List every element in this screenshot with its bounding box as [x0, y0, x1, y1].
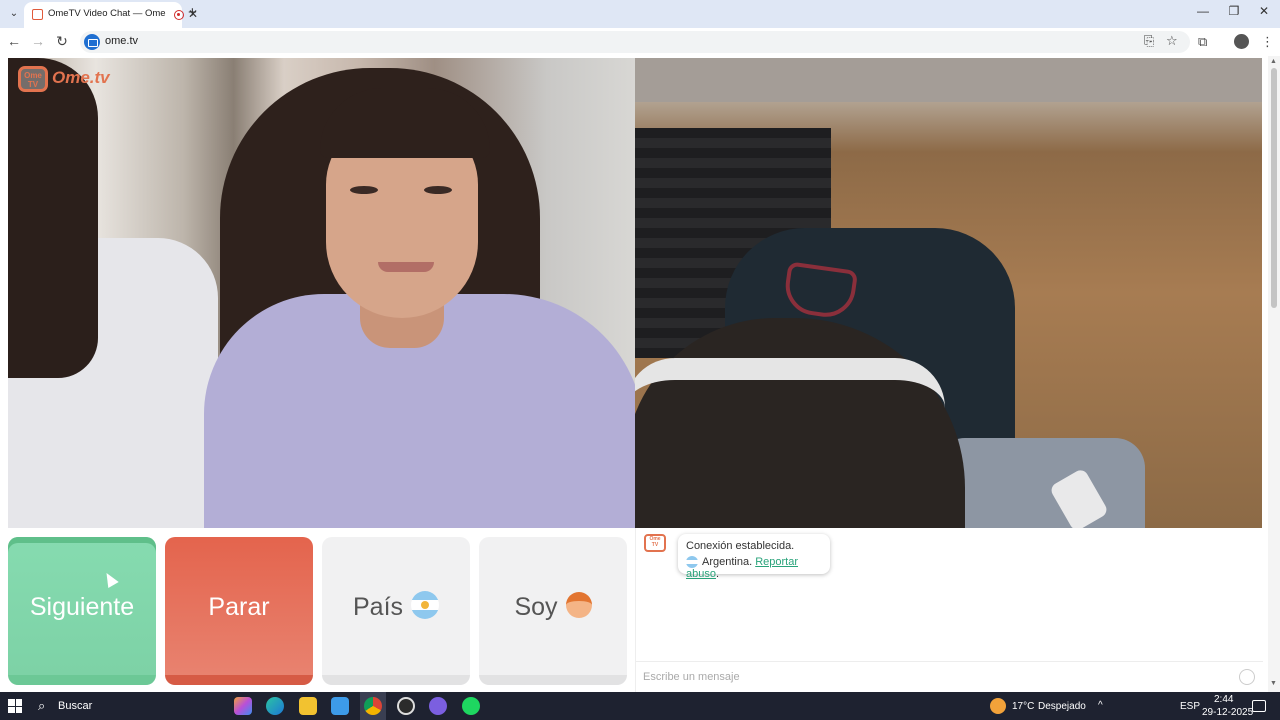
windows-taskbar: ⌕ Buscar 17°C Despejado ^ ESP 2:44 29-12… — [0, 692, 1280, 720]
chrome-icon[interactable] — [364, 697, 382, 715]
scroll-up-arrow[interactable]: ▲ — [1270, 58, 1277, 65]
next-button[interactable]: Siguiente — [8, 537, 156, 685]
address-bar[interactable]: ome.tv ⎘ ☆ — [80, 31, 1190, 53]
scroll-down-arrow[interactable]: ▼ — [1270, 680, 1277, 687]
ometv-chat-logo-icon: Ome TV — [644, 534, 666, 552]
forward-button[interactable]: → — [28, 33, 48, 49]
weather-temp[interactable]: 17°C — [1012, 701, 1034, 712]
minimize-button[interactable]: — — [1188, 4, 1218, 18]
stop-button[interactable]: Parar — [165, 537, 313, 685]
ometv-logo-text: Ome.tv — [52, 68, 110, 87]
self-video-feed — [635, 58, 1262, 528]
stop-button-label: Parar — [208, 593, 270, 621]
page-scrollbar[interactable]: ▲ ▼ — [1268, 56, 1280, 692]
tab-ometv[interactable]: OmeTV Video Chat — Ome ✕ — [24, 2, 198, 28]
scroll-thumb[interactable] — [1271, 68, 1277, 308]
copilot-icon[interactable] — [234, 697, 252, 715]
ometv-page: Ome TV Ome.tv Siguiente Parar País Soy O… — [0, 56, 1280, 692]
country-button[interactable]: País — [322, 537, 470, 685]
emoji-icon[interactable] — [1239, 669, 1255, 685]
file-explorer-icon[interactable] — [299, 697, 317, 715]
argentina-flag-icon — [686, 556, 698, 569]
system-message: Conexión establecida. Argentina. Reporta… — [678, 534, 830, 580]
connection-status-text: Conexión establecida. — [686, 540, 795, 552]
windows-start-icon[interactable] — [8, 699, 22, 713]
browser-tab-bar: ⌄ OmeTV Video Chat — Ome ✕ + — ❐ ✕ — [0, 0, 1280, 28]
search-icon: ⌕ — [38, 698, 46, 713]
country-button-label: País — [352, 593, 404, 621]
new-tab-button[interactable]: + — [188, 4, 197, 21]
maximize-button[interactable]: ❐ — [1219, 4, 1249, 18]
chat-panel: Ome TV Conexión establecida. Argentina. … — [635, 528, 1263, 692]
close-window-button[interactable]: ✕ — [1249, 4, 1279, 18]
back-button[interactable]: ← — [4, 33, 24, 49]
browser-menu-icon[interactable]: ⋮ — [1261, 34, 1274, 50]
bookmark-star-icon[interactable]: ☆ — [1166, 33, 1178, 49]
partner-video-feed: Ome TV Ome.tv — [8, 58, 635, 528]
messenger-icon[interactable] — [429, 697, 447, 715]
recording-icon — [174, 10, 184, 20]
next-button-label: Siguiente — [29, 593, 135, 621]
install-app-icon[interactable]: ⎘ — [1144, 33, 1154, 49]
browser-toolbar: ← → ↻ ome.tv ⎘ ☆ ⧉ ⋮ — [0, 28, 1280, 56]
tab-search-button[interactable]: ⌄ — [4, 5, 24, 23]
reload-button[interactable]: ↻ — [52, 33, 72, 50]
url-text[interactable]: ome.tv — [105, 35, 138, 47]
microsoft-store-icon[interactable] — [331, 697, 349, 715]
weather-icon[interactable] — [990, 698, 1006, 714]
spotify-icon[interactable] — [462, 697, 480, 715]
app-icon[interactable] — [397, 697, 415, 715]
tab-title: OmeTV Video Chat — Ome — [48, 8, 166, 19]
language-indicator[interactable]: ESP — [1180, 701, 1200, 712]
ometv-logo-icon: Ome TV — [18, 66, 48, 92]
gender-button[interactable]: Soy — [479, 537, 627, 685]
message-input[interactable] — [643, 668, 1223, 686]
clock-date[interactable]: 29-12-2025 — [1202, 707, 1253, 718]
notifications-icon[interactable] — [1252, 700, 1266, 712]
profile-avatar[interactable] — [1234, 34, 1249, 49]
site-info-icon[interactable] — [84, 34, 100, 50]
boy-emoji-icon — [565, 592, 592, 619]
taskbar-search[interactable]: ⌕ Buscar — [32, 694, 222, 718]
gender-button-label: Soy — [514, 593, 558, 621]
argentina-flag-icon — [411, 591, 440, 620]
clock-time[interactable]: 2:44 — [1214, 694, 1233, 705]
extensions-icon[interactable]: ⧉ — [1198, 34, 1207, 50]
tray-overflow-icon[interactable]: ^ — [1098, 700, 1103, 711]
weather-desc[interactable]: Despejado — [1038, 701, 1086, 712]
edge-icon[interactable] — [266, 697, 284, 715]
ometv-favicon-icon — [32, 9, 43, 20]
search-label: Buscar — [58, 700, 93, 712]
partner-country-text: Argentina. — [702, 556, 753, 568]
chat-input-bar — [636, 661, 1263, 692]
ometv-logo: Ome TV Ome.tv — [18, 64, 118, 94]
